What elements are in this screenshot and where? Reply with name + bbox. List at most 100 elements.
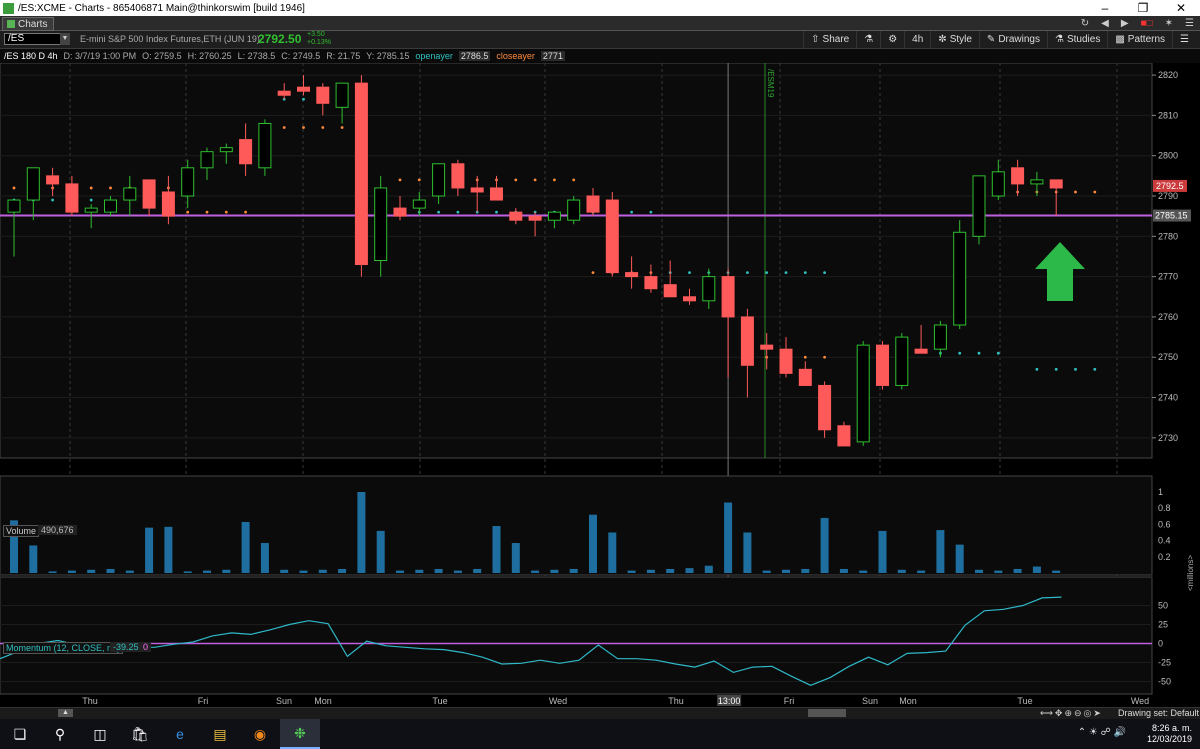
top-icons: ↻ ◀ ▶ ■□ ✶ ☰ bbox=[1081, 16, 1194, 30]
system-tray[interactable]: ⌃ ☀ ☍ 🔊 bbox=[1078, 727, 1126, 738]
studies-button[interactable]: ⚗ Studies bbox=[1047, 31, 1107, 48]
volume-bar bbox=[241, 521, 250, 573]
openayer-dot bbox=[688, 271, 691, 274]
momentum-pane-bg bbox=[0, 576, 1153, 695]
drawings-button[interactable]: ✎ Drawings bbox=[978, 31, 1047, 48]
bar-low: L: 2738.5 bbox=[237, 51, 276, 61]
thinkorswim-taskbar-icon[interactable]: ❉ bbox=[280, 719, 320, 749]
openayer-dot bbox=[784, 271, 788, 274]
window-titlebar: /ES:XCME - Charts - 865406871 Main@think… bbox=[0, 0, 1200, 16]
volume-label[interactable]: Volume bbox=[3, 525, 40, 537]
closeayer-dot bbox=[186, 210, 190, 214]
settings-button[interactable]: ⚙ bbox=[880, 31, 904, 48]
closeayer-dot bbox=[109, 186, 112, 190]
candle-down bbox=[528, 215, 542, 221]
openayer-label[interactable]: openayer bbox=[415, 51, 453, 61]
share-label: Share bbox=[822, 34, 850, 45]
volume-bar bbox=[415, 569, 424, 573]
time-axis-label: Thu bbox=[668, 696, 684, 706]
bar-date: D: 3/7/19 1:00 PM bbox=[63, 51, 137, 61]
chart-canvas[interactable]: 2820 2810 2800 2790 2780 2770 2760 2750 2740 2730… bbox=[0, 63, 1200, 707]
volume-bar bbox=[839, 568, 848, 573]
menu-icon[interactable]: ☰ bbox=[1185, 18, 1194, 29]
back-arrow-icon[interactable]: ◀ bbox=[1101, 18, 1109, 29]
volume-pane-bg bbox=[0, 475, 1153, 576]
period-button[interactable]: 4h bbox=[904, 31, 930, 48]
forward-arrow-icon[interactable]: ▶ bbox=[1121, 18, 1129, 29]
price-tick-label: 2730 bbox=[1158, 433, 1178, 443]
close-window-button[interactable]: ✕ bbox=[1162, 0, 1200, 16]
momentum-tick-label: 25 bbox=[1158, 620, 1168, 630]
volume-bar bbox=[955, 544, 964, 573]
momentum-label[interactable]: Momentum (12, CLOSE, no) bbox=[3, 642, 124, 654]
symbol-input[interactable]: /ES bbox=[4, 33, 66, 45]
chart-ticker: /ES 180 D 4h bbox=[4, 51, 58, 61]
tab-charts[interactable]: Charts bbox=[2, 17, 55, 31]
candle-up bbox=[702, 276, 716, 302]
candle-down bbox=[239, 139, 253, 165]
closeayer-dot bbox=[340, 126, 344, 129]
app-orange-icon[interactable]: ◉ bbox=[240, 719, 280, 749]
gear-icon: ⚙ bbox=[888, 34, 898, 45]
style-button[interactable]: ✼ Style bbox=[930, 31, 979, 48]
tab-charts-label: Charts bbox=[18, 18, 48, 30]
candle-up bbox=[104, 199, 117, 213]
flask-button[interactable]: ⚗ bbox=[856, 31, 880, 48]
candle-down bbox=[721, 276, 735, 318]
minimize-button[interactable]: – bbox=[1086, 0, 1124, 16]
symbol-dropdown-icon[interactable]: ▼ bbox=[60, 33, 70, 45]
candle-down bbox=[65, 183, 79, 213]
volume-bar bbox=[125, 570, 134, 573]
detach-icon[interactable]: ■□ bbox=[1141, 18, 1153, 29]
drawing-set[interactable]: Drawing set: Default bbox=[1118, 708, 1199, 718]
zoom-controls[interactable]: ⟷✥⊕⊖◎➤ bbox=[1040, 708, 1103, 719]
search-icon[interactable]: ⚲ bbox=[40, 719, 80, 749]
windows-start-icon[interactable]: ❏ bbox=[0, 719, 40, 749]
volume-bar bbox=[299, 570, 308, 573]
scroll-up-button[interactable]: ▲ bbox=[58, 709, 73, 717]
candle-up bbox=[335, 82, 349, 108]
time-axis-label: Sun bbox=[276, 696, 292, 706]
closeayer-label[interactable]: closeayer bbox=[496, 51, 535, 61]
volume-bar bbox=[318, 569, 327, 573]
volume-bar bbox=[801, 568, 810, 573]
pencil-icon: ✎ bbox=[986, 34, 996, 45]
last-price: 2792.50 bbox=[258, 32, 302, 46]
maximize-button[interactable]: ❐ bbox=[1124, 0, 1162, 16]
task-view-icon[interactable]: ◫ bbox=[80, 719, 120, 749]
price-tick-label: 2790 bbox=[1158, 191, 1178, 201]
store-icon[interactable]: 🛍 bbox=[120, 719, 160, 749]
horizontal-scrollbar[interactable] bbox=[808, 709, 846, 717]
openayer-dot bbox=[495, 210, 498, 214]
chart-area[interactable]: 2820 2810 2800 2790 2780 2770 2760 2750 2740 2730… bbox=[0, 63, 1200, 707]
patterns-button[interactable]: ▩ Patterns bbox=[1107, 31, 1172, 48]
volume-bar bbox=[589, 514, 597, 573]
link-icon[interactable]: ↻ bbox=[1081, 18, 1089, 29]
volume-bar bbox=[897, 569, 906, 573]
candle-down bbox=[683, 296, 696, 302]
volume-bar bbox=[1052, 570, 1061, 573]
volume-tick-label: 0.6 bbox=[1158, 519, 1171, 529]
closeayer-value: 2771 bbox=[540, 51, 565, 61]
volume-bar bbox=[396, 570, 404, 573]
chart-menu-button[interactable]: ☰ bbox=[1172, 31, 1196, 48]
candle-down bbox=[586, 195, 600, 213]
candle-up bbox=[895, 336, 909, 386]
time-axis-label: Fri bbox=[198, 696, 209, 706]
patterns-label: Patterns bbox=[1127, 34, 1166, 45]
file-explorer-icon[interactable]: ▤ bbox=[200, 719, 240, 749]
pin-icon[interactable]: ✶ bbox=[1165, 18, 1173, 29]
share-icon: ⇧ bbox=[811, 34, 820, 45]
openayer-dot bbox=[996, 351, 1000, 355]
candle-down bbox=[316, 86, 330, 104]
openayer-dot bbox=[958, 351, 962, 355]
share-button[interactable]: ⇧ Share bbox=[803, 31, 856, 48]
clock[interactable]: 8:26 a. m. 12/03/2019 bbox=[1147, 723, 1192, 745]
closeayer-dot bbox=[591, 271, 595, 274]
menu-icon: ☰ bbox=[1180, 34, 1189, 45]
edge-icon[interactable]: e bbox=[160, 719, 200, 749]
candle-down bbox=[470, 187, 484, 193]
volume-bar bbox=[550, 569, 559, 573]
volume-bar bbox=[87, 569, 96, 573]
volume-bar bbox=[453, 570, 462, 573]
